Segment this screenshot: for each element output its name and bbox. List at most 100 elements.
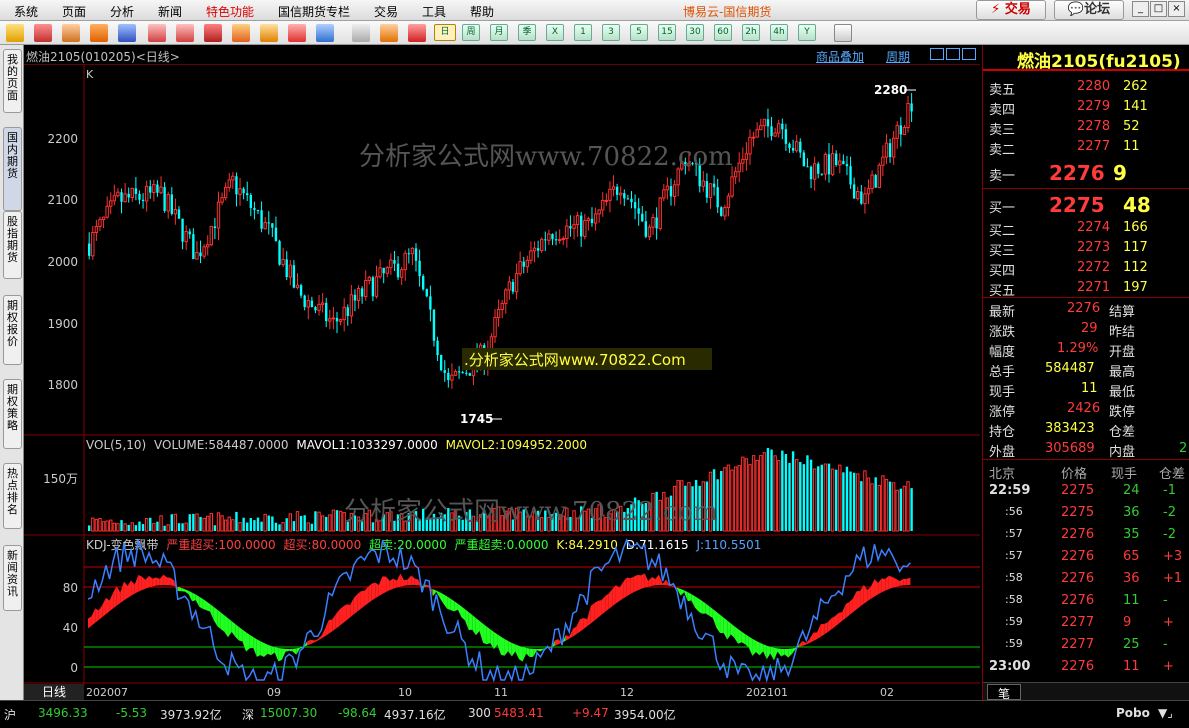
bid-price: 2271 [1077, 280, 1111, 295]
menu-tools[interactable]: 工具 [422, 3, 446, 20]
zoom-out-icon[interactable] [176, 24, 194, 42]
candle-body [105, 205, 109, 218]
candle-body [910, 103, 913, 112]
tab-tick-trades[interactable]: 笔 [987, 684, 1021, 701]
kdj-ribbon [360, 590, 365, 609]
kdj-ribbon [386, 576, 390, 592]
overlay-link[interactable]: 商品叠加 [816, 48, 864, 65]
volume-bar [188, 514, 191, 531]
close-button[interactable]: × [1168, 1, 1185, 17]
ask-label: 卖一 [989, 169, 1016, 184]
volume-bar [791, 451, 795, 531]
candle-body [156, 184, 159, 193]
kdj-ribbon [156, 577, 160, 586]
period-60min[interactable]: 60 [714, 24, 732, 41]
kdj-ribbon [817, 624, 821, 640]
ask-row-best[interactable]: 卖一 2276 9 [983, 159, 1189, 187]
chart-icon[interactable] [90, 24, 108, 42]
tick-icon[interactable] [408, 24, 426, 42]
draw-icon[interactable] [232, 24, 250, 42]
arrow-right-icon[interactable] [962, 48, 976, 60]
tab-hot-ranking[interactable]: 热点排名 [3, 463, 22, 529]
tab-index-futures[interactable]: 股指期货 [3, 211, 22, 279]
menu-help[interactable]: 帮助 [470, 3, 494, 20]
table-icon[interactable] [352, 24, 370, 42]
new-icon[interactable] [316, 24, 334, 42]
sh-amount: 3973.92亿 [160, 708, 222, 722]
period-30min[interactable]: 30 [686, 24, 704, 41]
report-icon[interactable] [118, 24, 136, 42]
forum-button[interactable]: 💬论坛 [1054, 0, 1124, 20]
window-icon[interactable] [204, 24, 222, 42]
tick-tabbar: 笔 [983, 682, 1189, 701]
menu-special[interactable]: 特色功能 [206, 3, 254, 20]
tab-my-page[interactable]: 我的页面 [3, 49, 22, 113]
candle-body [604, 199, 609, 202]
period-link[interactable]: 周期 [886, 48, 910, 65]
kdj-ribbon [138, 574, 142, 592]
back-icon[interactable] [6, 24, 24, 42]
bid-row[interactable]: 买三 2273 117 [983, 238, 1189, 259]
tab-option-strategy[interactable]: 期权策略 [3, 379, 22, 449]
candle-body [644, 221, 648, 237]
minimize-button[interactable]: _ [1132, 1, 1149, 17]
bid-row[interactable]: 买二 2274 166 [983, 218, 1189, 239]
menu-analysis[interactable]: 分析 [110, 3, 134, 20]
filter-icon[interactable] [288, 24, 306, 42]
trade-button[interactable]: ⚡ 交易 [976, 0, 1046, 20]
ask-row[interactable]: 卖五 2280 262 [983, 77, 1189, 98]
tab-option-quotes[interactable]: 期权报价 [3, 295, 22, 365]
kdj-ribbon [824, 622, 828, 635]
period-quarter[interactable]: 季 [518, 24, 536, 41]
menu-trade[interactable]: 交易 [374, 3, 398, 20]
ask-row[interactable]: 卖三 2278 52 [983, 117, 1189, 138]
period-15min[interactable]: 15 [658, 24, 676, 41]
watermark-text: 分析家公式网www.70822.com [359, 142, 733, 172]
candle-body [522, 261, 525, 267]
signal-icon[interactable]: ▼⌟ [1158, 706, 1173, 720]
kdj-ribbon [238, 626, 243, 642]
candle-body [396, 263, 400, 278]
menu-guoxin[interactable]: 国信期货专栏 [278, 3, 350, 20]
candle-body [181, 218, 184, 242]
kdj-ribbon [867, 586, 871, 602]
ask-row[interactable]: 卖二 2277 11 [983, 137, 1189, 158]
candle-body [112, 195, 117, 202]
kdj-ribbon [483, 623, 487, 645]
menu-system[interactable]: 系统 [14, 3, 38, 20]
zoom-in-icon[interactable] [148, 24, 166, 42]
bid-row[interactable]: 买五 2271 197 [983, 278, 1189, 299]
period-2h[interactable]: 2h [742, 24, 760, 41]
period-3min[interactable]: 3 [602, 24, 620, 41]
list-icon[interactable] [380, 24, 398, 42]
period-year[interactable]: Y [798, 24, 816, 41]
period-day[interactable]: 日 [434, 24, 456, 41]
formula-icon[interactable] [260, 24, 278, 42]
menu-news[interactable]: 新闻 [158, 3, 182, 20]
bid-row-best[interactable]: 买一 2275 48 [983, 191, 1189, 219]
tab-domestic-futures[interactable]: 国内期货 [3, 127, 22, 211]
candle-body [500, 302, 504, 310]
candle-body [630, 198, 633, 203]
tab-news[interactable]: 新闻资讯 [3, 545, 22, 611]
maximize-button[interactable]: □ [1150, 1, 1167, 17]
home-icon[interactable] [34, 24, 52, 42]
candle-body [364, 279, 368, 298]
grid-icon[interactable] [62, 24, 80, 42]
menu-page[interactable]: 页面 [62, 3, 86, 20]
bid-row[interactable]: 买四 2272 112 [983, 258, 1189, 279]
period-4h[interactable]: 4h [770, 24, 788, 41]
period-x[interactable]: X [546, 24, 564, 41]
period-1min[interactable]: 1 [574, 24, 592, 41]
ask-row[interactable]: 卖四 2279 141 [983, 97, 1189, 118]
volume-bar [242, 517, 245, 531]
period-month[interactable]: 月 [490, 24, 508, 41]
arrow-left-icon[interactable] [930, 48, 944, 60]
period-5min[interactable]: 5 [630, 24, 648, 41]
stat-label: 外盘 [989, 445, 1016, 460]
period-week[interactable]: 周 [462, 24, 480, 41]
sz-label: 深 [242, 708, 255, 722]
chart-area[interactable]: 燃油2105(010205)<日线> 商品叠加 周期 K 2200 2100 2… [24, 45, 980, 700]
arrow-both-icon[interactable] [946, 48, 960, 60]
blank-icon[interactable] [834, 24, 852, 42]
